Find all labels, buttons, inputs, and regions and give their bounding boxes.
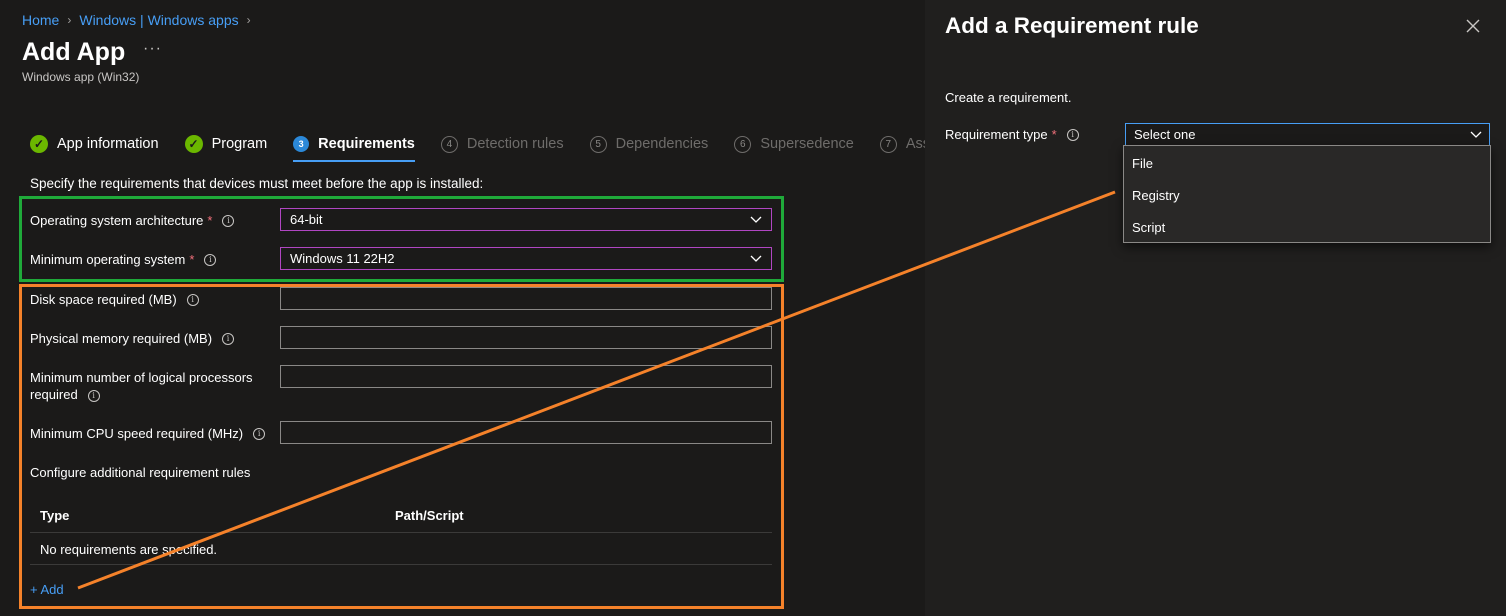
requirement-type-dropdown: File Registry Script [1123, 145, 1491, 243]
close-icon[interactable] [1465, 18, 1481, 34]
tab-detection-rules[interactable]: 4 Detection rules [440, 132, 564, 156]
os-architecture-label: Operating system architecture * i [30, 213, 235, 228]
info-icon[interactable]: i [253, 427, 266, 440]
chevron-down-icon [1470, 131, 1482, 138]
panel-title: Add a Requirement rule [945, 13, 1199, 38]
required-asterisk: * [189, 252, 195, 267]
step-number-icon: 4 [440, 135, 458, 153]
step-number-icon: 5 [589, 135, 607, 153]
tab-app-information[interactable]: ✓ App information [30, 132, 159, 156]
tab-label: Requirements [318, 136, 415, 152]
checkmark-icon: ✓ [30, 135, 48, 153]
page-title: Add App [22, 38, 126, 66]
create-requirement-text: Create a requirement. [945, 90, 1072, 105]
more-options-button[interactable]: ··· [143, 40, 162, 58]
info-icon[interactable]: i [87, 389, 100, 402]
cpu-speed-label: Minimum CPU speed required (MHz) i [30, 426, 266, 441]
add-requirement-link[interactable]: + Add [30, 582, 64, 597]
info-icon[interactable]: i [186, 293, 199, 306]
option-registry[interactable]: Registry [1132, 188, 1180, 203]
min-os-label: Minimum operating system * i [30, 252, 217, 267]
disk-space-label: Disk space required (MB) i [30, 292, 199, 307]
label-text: Minimum operating system [30, 252, 186, 267]
tab-label: Detection rules [466, 136, 564, 152]
tab-label: App information [57, 136, 159, 152]
physical-memory-label: Physical memory required (MB) i [30, 331, 235, 346]
requirement-type-select[interactable]: Select one [1125, 123, 1490, 146]
chevron-right-icon: › [246, 13, 251, 27]
wizard-tabs: ✓ App information ✓ Program 3 Requiremen… [30, 132, 975, 162]
table-empty-message: No requirements are specified. [40, 542, 218, 557]
column-header-path-script: Path/Script [395, 508, 464, 523]
min-os-select[interactable]: Windows 11 22H2 [280, 247, 772, 270]
chevron-right-icon: › [67, 13, 72, 27]
page-subtitle: Windows app (Win32) [22, 70, 140, 84]
tab-label: Dependencies [615, 136, 709, 152]
required-asterisk: * [207, 213, 213, 228]
step-number-icon: 3 [293, 136, 310, 152]
logical-processors-label: Minimum number of logical processors req… [30, 369, 270, 403]
option-script[interactable]: Script [1132, 220, 1165, 235]
additional-rules-label: Configure additional requirement rules [30, 465, 251, 480]
breadcrumb: Home › Windows | Windows apps › [22, 12, 251, 28]
tab-requirements[interactable]: 3 Requirements [293, 132, 415, 162]
info-icon[interactable]: i [1066, 128, 1079, 141]
select-value: 64-bit [290, 212, 323, 227]
tab-label: Program [211, 136, 268, 152]
os-architecture-select[interactable]: 64-bit [280, 208, 772, 231]
breadcrumb-windows-apps[interactable]: Windows | Windows apps [79, 12, 238, 28]
main-pane: Home › Windows | Windows apps › Add App … [0, 0, 949, 616]
chevron-down-icon [750, 255, 762, 262]
info-icon[interactable]: i [204, 253, 217, 266]
logical-processors-input[interactable] [280, 365, 772, 388]
cpu-speed-input[interactable] [280, 421, 772, 444]
info-icon[interactable]: i [222, 332, 235, 345]
requirement-rule-panel: Add a Requirement rule Create a requirem… [925, 0, 1506, 616]
label-text: Operating system architecture [30, 213, 204, 228]
column-header-type: Type [40, 508, 70, 523]
label-text: Minimum number of logical processors req… [30, 370, 253, 402]
table-divider [30, 532, 772, 533]
requirement-type-label: Requirement type * i [945, 127, 1079, 142]
select-value: Select one [1134, 127, 1196, 142]
info-icon[interactable]: i [222, 214, 235, 227]
select-value: Windows 11 22H2 [290, 251, 395, 266]
checkmark-icon: ✓ [184, 135, 203, 153]
chevron-down-icon [750, 216, 762, 223]
tab-program[interactable]: ✓ Program [184, 132, 268, 156]
option-file[interactable]: File [1132, 156, 1153, 171]
label-text: Minimum CPU speed required (MHz) [30, 426, 244, 441]
disk-space-input[interactable] [280, 287, 772, 310]
requirements-intro: Specify the requirements that devices mu… [30, 176, 484, 191]
required-asterisk: * [1051, 127, 1057, 142]
tab-supersedence[interactable]: 6 Supersedence [734, 132, 854, 156]
step-number-icon: 6 [734, 135, 752, 153]
label-text: Disk space required (MB) [30, 292, 177, 307]
label-text: Physical memory required (MB) [30, 331, 213, 346]
physical-memory-input[interactable] [280, 326, 772, 349]
breadcrumb-home[interactable]: Home [22, 12, 59, 28]
step-number-icon: 7 [879, 135, 897, 153]
tab-label: Supersedence [760, 136, 854, 152]
table-divider [30, 564, 772, 565]
tab-dependencies[interactable]: 5 Dependencies [589, 132, 709, 156]
label-text: Requirement type [945, 127, 1048, 142]
